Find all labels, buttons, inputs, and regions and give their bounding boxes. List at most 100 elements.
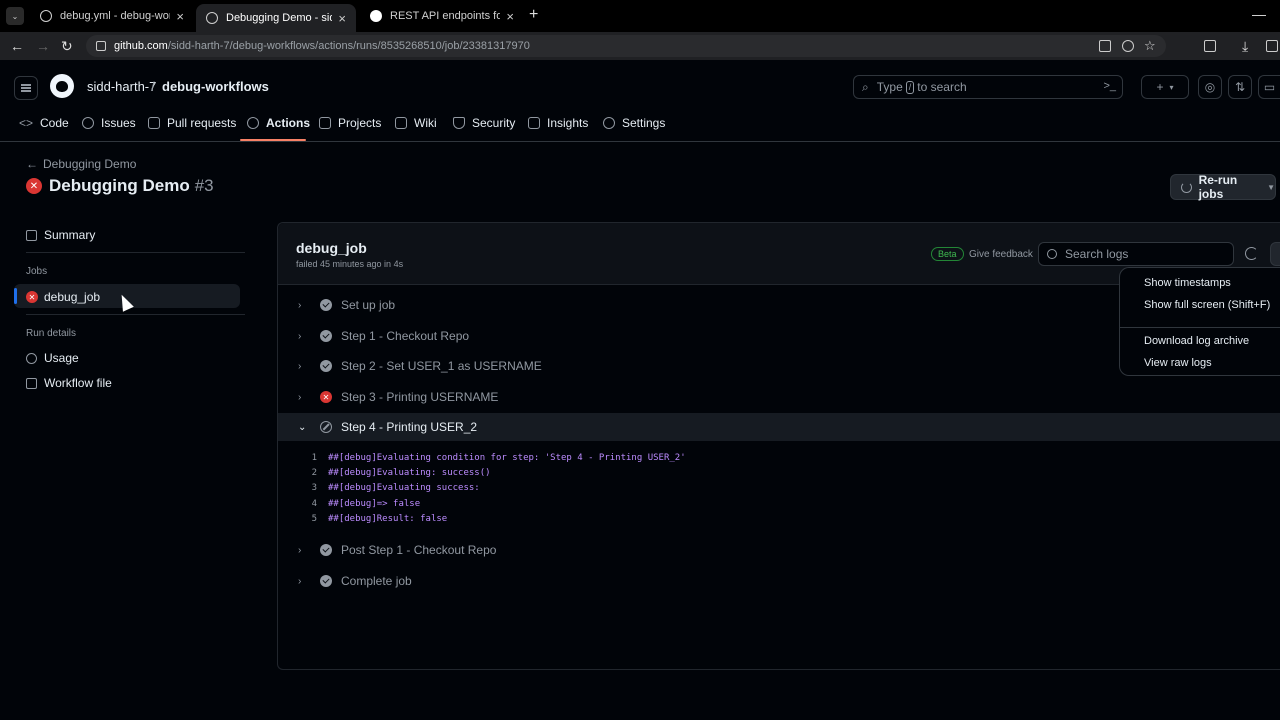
close-tab-icon[interactable]: ×: [176, 9, 184, 24]
url-host: github.com: [114, 40, 168, 52]
browser-tab-2[interactable]: Debugging Demo - sidd-harth- ×: [196, 4, 356, 32]
rerun-jobs-button[interactable]: Re-run jobs ▼: [1170, 173, 1276, 201]
tab-projects[interactable]: Projects: [319, 116, 381, 130]
run-title: ✕ Debugging Demo #3: [26, 176, 214, 196]
refresh-icon[interactable]: [1245, 247, 1258, 260]
github-favicon-icon: [370, 10, 382, 22]
sidebar-item-workflow-file[interactable]: Workflow file: [26, 376, 112, 390]
browser-tab-1[interactable]: debug.yml - debug-workflows ×: [30, 4, 194, 28]
menu-item-download-log-archive[interactable]: Download log archive: [1144, 335, 1249, 347]
sidebar-item-label: debug_job: [44, 290, 101, 304]
run-title-text: Debugging Demo: [49, 176, 190, 195]
close-tab-icon[interactable]: ×: [506, 9, 514, 24]
browser-tab-3[interactable]: REST API endpoints for workflo ×: [360, 4, 524, 28]
tab-wiki[interactable]: Wiki: [395, 116, 437, 130]
menu-item-full-screen[interactable]: Show full screen (Shift+F): [1144, 299, 1270, 311]
close-tab-icon[interactable]: ×: [338, 11, 346, 26]
step-row[interactable]: › Post Step 1 - Checkout Repo: [278, 536, 1280, 564]
tab-search-button[interactable]: ⌄: [6, 7, 24, 25]
check-circle-fill-icon: [320, 575, 332, 587]
reload-icon[interactable]: ↻: [61, 38, 73, 55]
log-line-number[interactable]: 5: [278, 514, 328, 524]
tab-settings[interactable]: Settings: [603, 116, 665, 130]
chevron-right-icon: ›: [298, 391, 302, 403]
tab-label: Pull requests: [167, 116, 237, 130]
stopwatch-icon: [26, 352, 37, 364]
github-favicon-icon: [40, 10, 52, 22]
owner-link[interactable]: sidd-harth-7: [87, 79, 156, 94]
download-icon[interactable]: ⤓: [1242, 38, 1248, 55]
command-palette-icon[interactable]: >_: [1103, 80, 1116, 92]
log-line-text: ##[debug]Evaluating success:: [328, 482, 480, 493]
inbox-button[interactable]: ▭: [1258, 75, 1280, 99]
log-settings-gear-button[interactable]: [1270, 242, 1280, 266]
caret-down-icon: ▾: [1169, 82, 1174, 92]
sidebar-item-usage[interactable]: Usage: [26, 351, 79, 365]
menu-divider: [1120, 327, 1280, 328]
site-info-icon[interactable]: [96, 41, 106, 51]
search-hint-suffix: to search: [917, 80, 967, 94]
chevron-right-icon: ›: [298, 299, 302, 311]
step-label: Step 2 - Set USER_1 as USERNAME: [341, 359, 542, 373]
github-logo-icon[interactable]: [50, 74, 74, 98]
tab-insights[interactable]: Insights: [528, 116, 588, 130]
bookmark-star-icon[interactable]: ☆: [1144, 38, 1156, 54]
log-line: 1 ##[debug]Evaluating condition for step…: [278, 450, 1280, 465]
caret-down-icon: ▼: [1267, 182, 1275, 192]
forward-arrow-icon[interactable]: →: [36, 38, 50, 54]
run-number: #3: [194, 176, 214, 195]
file-code-icon: [26, 377, 37, 389]
menu-item-view-raw-logs[interactable]: View raw logs: [1144, 357, 1212, 369]
side-panel-icon[interactable]: [1266, 40, 1278, 52]
address-bar[interactable]: github.com/sidd-harth-7/debug-workflows/…: [86, 35, 1166, 57]
back-to-workflow-link[interactable]: ← Debugging Demo: [26, 157, 136, 171]
git-pull-request-icon: ⇅: [1234, 80, 1246, 94]
tab-security[interactable]: Security: [453, 116, 515, 130]
tab-label: Issues: [101, 116, 136, 130]
log-line-number[interactable]: 1: [278, 453, 328, 463]
extensions-icon[interactable]: [1204, 40, 1216, 52]
tab-pull-requests[interactable]: Pull requests: [148, 116, 236, 130]
tab-code[interactable]: <> Code: [19, 116, 69, 130]
search-logs-placeholder: Search logs: [1065, 247, 1129, 261]
sidebar-item-debug-job[interactable]: ✕ debug_job: [26, 290, 100, 304]
inbox-icon: ▭: [1263, 80, 1276, 94]
back-arrow-icon[interactable]: ←: [10, 38, 24, 54]
job-name: debug_job: [296, 240, 367, 256]
table-icon: [319, 117, 331, 129]
give-feedback-link[interactable]: Give feedback: [969, 249, 1033, 260]
issues-button[interactable]: ◎: [1198, 75, 1222, 99]
jobs-heading: Jobs: [26, 266, 48, 277]
log-line-number[interactable]: 3: [278, 483, 328, 493]
step-label: Post Step 1 - Checkout Repo: [341, 543, 497, 557]
sidebar-item-summary[interactable]: Summary: [26, 228, 95, 242]
tab-label: Insights: [547, 116, 589, 130]
log-line-number[interactable]: 4: [278, 499, 328, 509]
global-search-input[interactable]: ⌕ Type / to search >_: [853, 75, 1123, 99]
minimize-window-icon[interactable]: —: [1252, 6, 1266, 22]
search-hint-prefix: Type: [876, 80, 903, 94]
step-row[interactable]: › ✕ Step 3 - Printing USERNAME: [278, 383, 1280, 411]
rerun-label: Re-run jobs: [1198, 173, 1238, 201]
new-tab-plus-icon[interactable]: +: [529, 6, 538, 24]
pull-requests-button[interactable]: ⇅: [1228, 75, 1252, 99]
shield-icon: [453, 117, 465, 129]
step-row[interactable]: › Complete job: [278, 567, 1280, 595]
hamburger-menu-button[interactable]: [14, 76, 38, 100]
search-logs-input[interactable]: Search logs: [1038, 242, 1234, 266]
tab-label: Wiki: [414, 116, 437, 130]
home-icon: [26, 229, 37, 241]
step-label: Step 3 - Printing USERNAME: [341, 390, 499, 404]
menu-item-show-timestamps[interactable]: Show timestamps: [1144, 277, 1231, 289]
zoom-icon[interactable]: [1122, 40, 1134, 52]
tab-actions[interactable]: Actions: [247, 116, 310, 130]
install-app-icon[interactable]: [1099, 40, 1111, 52]
tab-issues[interactable]: Issues: [82, 116, 136, 130]
repo-link[interactable]: debug-workflows: [162, 79, 269, 94]
log-line-number[interactable]: 2: [278, 468, 328, 478]
active-job-indicator: [14, 288, 17, 304]
step-row-expanded[interactable]: ⌄ Step 4 - Printing USER_2: [278, 413, 1280, 441]
create-new-button[interactable]: + ▾: [1141, 75, 1189, 99]
check-circle-fill-icon: [320, 360, 332, 372]
x-circle-fill-icon: ✕: [26, 178, 42, 194]
